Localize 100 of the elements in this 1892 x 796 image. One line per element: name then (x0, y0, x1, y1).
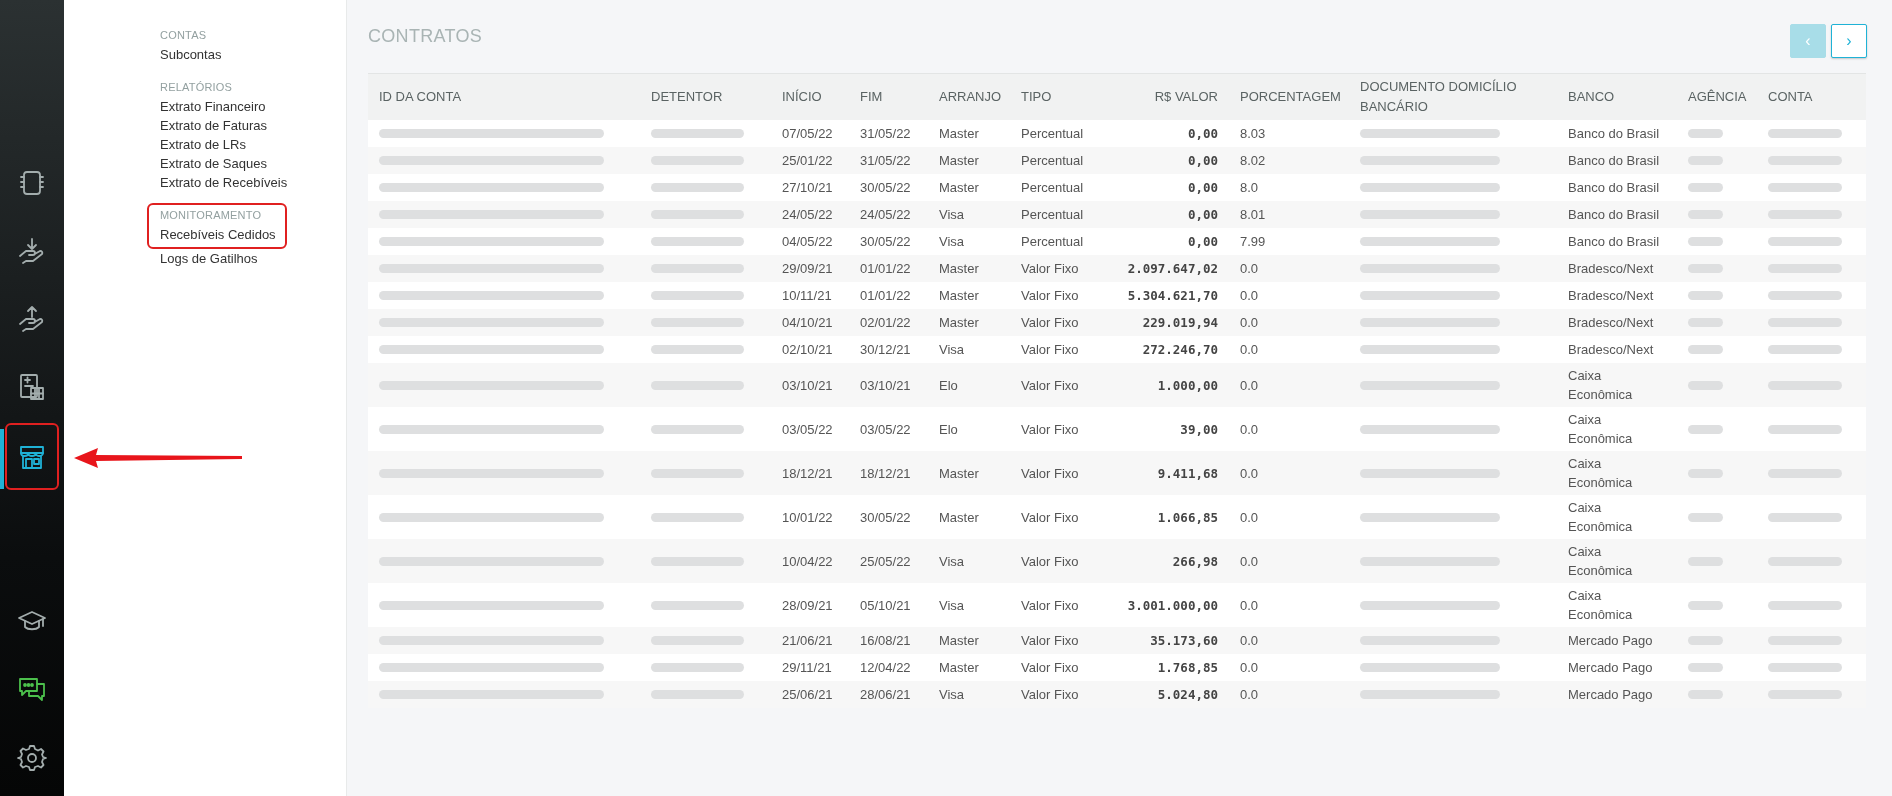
table-cell: 05/10/21 (860, 597, 911, 613)
table-cell: Valor Fixo (1021, 465, 1079, 481)
column-header[interactable]: TIPO (1010, 73, 1099, 120)
table-cell-text: Bradesco/Next (1568, 314, 1655, 332)
table-cell: 3.001.000,00 (1127, 597, 1218, 613)
table-cell-text: Banco do Brasil (1568, 125, 1661, 143)
table-cell: Percentual (1021, 180, 1084, 195)
table-cell: 5.024,80 (1157, 687, 1218, 702)
page-title: CONTRATOS (368, 26, 484, 47)
table-cell: Percentual (1021, 153, 1084, 168)
menu-link[interactable]: Logs de Gatilhos (160, 249, 258, 268)
column-header[interactable]: CONTA (1757, 73, 1866, 120)
table-cell: 10/11/21 (782, 288, 832, 303)
table-cell-text: Bradesco/Next (1568, 287, 1655, 305)
table-cell-text: Bradesco/Next (1568, 341, 1655, 359)
table-cell: 18/12/21 (860, 465, 911, 481)
table-cell: Visa (939, 234, 965, 249)
table-cell: 0,00 (1187, 153, 1218, 168)
menu-link[interactable]: Extrato de LRs (160, 135, 246, 154)
column-header[interactable]: ID DA CONTA (368, 73, 640, 120)
redacted-text (1688, 690, 1723, 699)
column-header[interactable]: FIM (849, 73, 928, 120)
table-cell: 28/09/21 (782, 597, 833, 613)
menu-link[interactable]: Subcontas (160, 45, 222, 64)
table-cell: 0.0 (1240, 687, 1259, 702)
table-cell: 2.097.647,02 (1127, 261, 1218, 276)
table-cell: Master (939, 315, 979, 330)
menu-link[interactable]: Extrato de Recebíveis (160, 173, 288, 192)
calculator-icon[interactable] (17, 372, 47, 402)
table-cell: 8.01 (1240, 207, 1266, 222)
gear-icon[interactable] (17, 743, 47, 773)
menu-heading: MONITORAMENTO (160, 208, 262, 222)
menu-link[interactable]: Recebíveis Cedidos (160, 225, 276, 244)
table-cell: 30/05/22 (860, 234, 911, 249)
table-cell: 1.768,85 (1157, 660, 1218, 675)
column-header[interactable]: PORCENTAGEM (1229, 73, 1349, 120)
table-cell: 31/05/22 (860, 126, 911, 141)
menu-link[interactable]: Extrato de Faturas (160, 116, 267, 135)
table-cell-text: Mercado Pago (1568, 686, 1654, 704)
table-cell-text: Banco do Brasil (1568, 152, 1661, 170)
redacted-text (1688, 424, 1723, 434)
table-cell: 229.019,94 (1142, 315, 1218, 330)
table-cell: 7.99 (1240, 234, 1266, 249)
table-cell: 0.0 (1240, 465, 1259, 481)
redacted-text (1688, 237, 1723, 246)
table-cell: Percentual (1021, 207, 1084, 222)
table-cell: 0.0 (1240, 633, 1259, 648)
table-cell: Master (939, 180, 979, 195)
table-cell: 10/04/22 (782, 553, 833, 569)
menu-link[interactable]: Extrato de Saques (160, 154, 267, 173)
table-cell: 01/01/22 (860, 288, 911, 303)
table-cell: 0.0 (1240, 261, 1259, 276)
table-cell: 04/10/21 (782, 315, 833, 330)
redacted-text (1688, 380, 1723, 390)
table-cell: 0,00 (1187, 180, 1218, 195)
table-cell: 1.000,00 (1157, 377, 1218, 393)
table-cell: 03/10/21 (782, 377, 833, 393)
table-cell: 8.0 (1240, 180, 1259, 195)
redacted-text (1688, 129, 1723, 138)
table-cell: Visa (939, 342, 965, 357)
column-header[interactable]: ARRANJO (928, 73, 1010, 120)
table-cell: Master (939, 633, 979, 648)
table-cell-text: Caixa Econômica (1568, 455, 1634, 492)
table-cell: 5.304.621,70 (1127, 288, 1218, 303)
redacted-text (1688, 663, 1723, 672)
notebook-icon[interactable] (17, 168, 47, 198)
table-cell: 03/05/22 (860, 421, 911, 437)
table-cell: 9.411,68 (1157, 465, 1218, 481)
redacted-text (1688, 183, 1723, 192)
table-cell: 27/10/21 (782, 180, 833, 195)
column-header[interactable]: R$ VALOR (1099, 73, 1229, 120)
column-header[interactable]: INÍCIO (771, 73, 849, 120)
table-cell: 24/05/22 (860, 207, 911, 222)
table-cell: 29/09/21 (782, 261, 833, 276)
table-cell: 0.0 (1240, 342, 1259, 357)
redacted-text (1688, 636, 1723, 645)
table-cell: 0.0 (1240, 660, 1259, 675)
table-cell: Elo (939, 377, 958, 393)
menu-heading: RELATÓRIOS (160, 80, 233, 94)
table-cell-text: Mercado Pago (1568, 659, 1654, 677)
column-header[interactable]: BANCO (1557, 73, 1677, 120)
table-cell: 18/12/21 (782, 465, 833, 481)
table-cell: 0,00 (1187, 234, 1218, 249)
column-header[interactable]: AGÊNCIA (1677, 73, 1757, 120)
table-cell: Valor Fixo (1021, 687, 1079, 702)
table-cell: 03/10/21 (860, 377, 911, 393)
column-header[interactable]: DOCUMENTO DOMICÍLIO BANCÁRIO (1349, 73, 1557, 120)
table-cell: 04/05/22 (782, 234, 833, 249)
table-cell: Valor Fixo (1021, 342, 1079, 357)
table-cell: 21/06/21 (782, 633, 833, 648)
table-cell: 0.0 (1240, 315, 1259, 330)
table-cell: 0.0 (1240, 553, 1259, 569)
table-cell: 07/05/22 (782, 126, 833, 141)
table-cell: 266,98 (1172, 553, 1218, 569)
menu-link[interactable]: Extrato Financeiro (160, 97, 266, 116)
table-cell: 0,00 (1187, 207, 1218, 222)
table-cell: 0.0 (1240, 288, 1259, 303)
table-cell-text: Banco do Brasil (1568, 179, 1661, 197)
column-header[interactable]: DETENTOR (640, 73, 771, 120)
table-cell: 0.0 (1240, 421, 1259, 437)
